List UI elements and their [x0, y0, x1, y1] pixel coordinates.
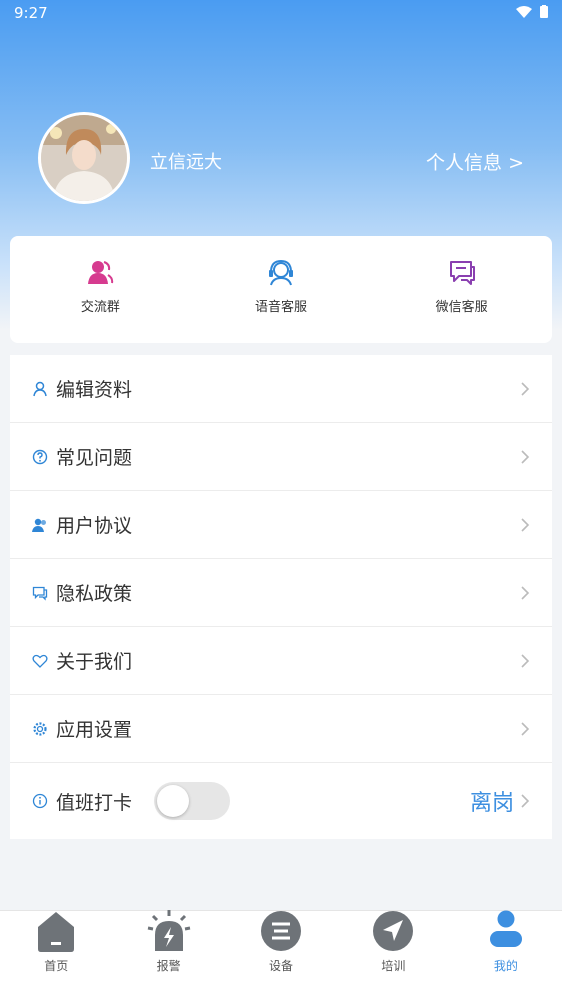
duty-status: 离岗	[469, 791, 514, 816]
chevron-right-icon	[521, 449, 530, 464]
chevron-right-icon	[521, 585, 530, 600]
profile-section: 立信远大 个人信息 >	[0, 110, 562, 210]
username: 立信远大	[150, 152, 222, 173]
status-bar: 9:27	[0, 0, 562, 26]
menu-item-faq[interactable]: 常见问题	[10, 423, 552, 491]
menu-item-about-us[interactable]: 关于我们	[10, 627, 552, 695]
user-icon	[32, 381, 48, 397]
menu-item-label: 用户协议	[56, 515, 133, 537]
quick-action-label: 语音客服	[255, 300, 308, 315]
gear-icon	[32, 721, 48, 737]
menu-item-user-agreement[interactable]: 用户协议	[10, 491, 552, 559]
nav-item-mine[interactable]: 我的	[450, 910, 562, 1001]
status-time: 9:27	[14, 4, 48, 22]
device-icon	[261, 911, 302, 951]
nav-label: 报警	[156, 959, 181, 973]
bottom-navigation: 首页 报警 设备 培训 我的	[0, 910, 562, 1001]
users-icon	[32, 517, 48, 533]
menu-item-label: 常见问题	[56, 447, 133, 469]
menu-item-label: 关于我们	[56, 651, 133, 673]
question-icon	[32, 449, 48, 465]
headset-icon	[269, 259, 293, 286]
settings-menu: 编辑资料 常见问题 用户协议 隐私政策 关于我们 应用设置 值班打卡 离岗	[10, 355, 552, 839]
avatar[interactable]	[38, 112, 130, 204]
heart-icon	[32, 653, 48, 669]
message-icon	[32, 585, 48, 601]
avatar-image	[41, 115, 127, 201]
chevron-right-icon	[521, 721, 530, 736]
menu-item-app-settings[interactable]: 应用设置	[10, 695, 552, 763]
menu-item-privacy-policy[interactable]: 隐私政策	[10, 559, 552, 627]
menu-item-label: 编辑资料	[56, 379, 133, 401]
quick-action-label: 交流群	[80, 300, 120, 315]
nav-label: 设备	[269, 959, 294, 973]
home-icon	[38, 912, 75, 952]
nav-label: 培训	[381, 959, 406, 973]
nav-item-device[interactable]: 设备	[225, 911, 337, 1001]
alarm-icon	[147, 910, 190, 951]
toggle-knob	[157, 785, 190, 817]
chevron-right-icon	[521, 517, 530, 532]
menu-item-label: 应用设置	[56, 719, 133, 741]
menu-item-label: 值班打卡	[56, 791, 133, 814]
quick-action-wechat-service[interactable]: 微信客服	[371, 236, 552, 343]
quick-action-label: 微信客服	[435, 300, 488, 315]
nav-item-training[interactable]: 培训	[337, 911, 449, 1001]
chevron-right-icon	[521, 653, 530, 668]
nav-item-alarm[interactable]: 报警	[112, 910, 224, 1001]
info-icon	[32, 793, 48, 809]
chevron-right-icon	[521, 381, 530, 396]
group-icon	[88, 261, 114, 284]
battery-icon	[540, 5, 548, 18]
menu-item-label: 隐私政策	[56, 583, 133, 605]
menu-item-duty-checkin[interactable]: 值班打卡 离岗	[10, 763, 552, 839]
personal-info-link[interactable]: 个人信息 >	[426, 148, 524, 175]
quick-action-group[interactable]: 交流群	[10, 236, 191, 343]
chevron-right-icon	[521, 794, 530, 808]
quick-action-voice-service[interactable]: 语音客服	[191, 236, 372, 343]
chat-icon	[449, 261, 475, 285]
quick-actions-card: 交流群 语音客服 微信客服	[10, 236, 552, 343]
duty-toggle[interactable]	[154, 782, 231, 820]
profile-icon	[489, 910, 522, 947]
nav-item-home[interactable]: 首页	[0, 911, 112, 1001]
nav-label: 首页	[44, 959, 69, 973]
menu-item-edit-profile[interactable]: 编辑资料	[10, 355, 552, 423]
navigation-icon	[373, 911, 414, 951]
nav-label: 我的	[493, 959, 518, 973]
wifi-icon	[516, 5, 532, 18]
status-icons	[516, 5, 548, 18]
